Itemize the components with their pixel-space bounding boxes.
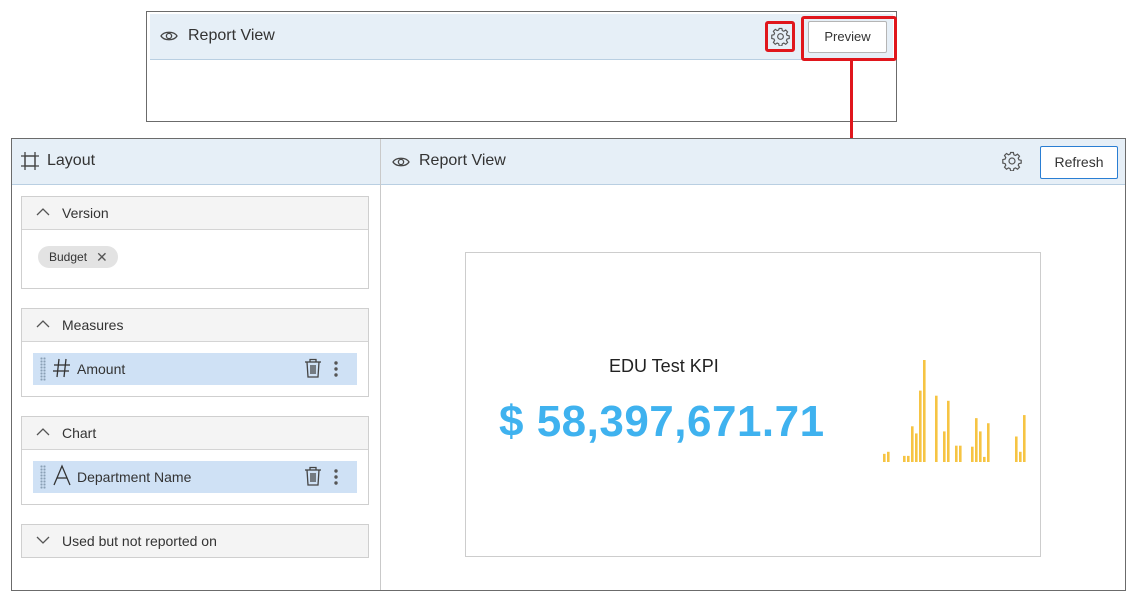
sparkline-bar	[887, 451, 890, 462]
chevron-up-icon	[36, 320, 50, 328]
eye-icon	[160, 31, 178, 41]
budget-chip-label: Budget	[49, 250, 88, 264]
sparkline-bar	[919, 390, 922, 462]
text-type-icon	[53, 464, 71, 486]
sparkline-bar	[947, 400, 950, 462]
gear-icon[interactable]	[1002, 151, 1022, 171]
sparkline-bar	[943, 431, 946, 462]
sparkline-bar	[915, 433, 918, 462]
gear-icon[interactable]	[771, 27, 790, 46]
panel-divider[interactable]	[380, 139, 381, 590]
kpi-value: $ 58,397,671.71	[499, 397, 825, 446]
drag-handle-icon[interactable]	[40, 357, 46, 381]
close-icon[interactable]: ✕	[96, 246, 108, 268]
kpi-title: EDU Test KPI	[609, 356, 719, 376]
sparkline-bar	[975, 418, 978, 462]
hash-icon	[53, 358, 70, 378]
sparkline-bar	[883, 453, 886, 462]
trash-icon[interactable]	[304, 358, 322, 378]
chart-section-header[interactable]: Chart	[22, 417, 368, 450]
chevron-up-icon	[36, 428, 50, 436]
sparkline-bar	[935, 395, 938, 462]
sparkline-bar	[1015, 436, 1018, 462]
chevron-up-icon	[36, 208, 50, 216]
measures-section-header[interactable]: Measures	[22, 309, 368, 342]
sparkline-bar	[979, 431, 982, 462]
field-row-amount[interactable]: Amount	[33, 353, 357, 385]
refresh-button[interactable]: Refresh	[1040, 146, 1118, 179]
budget-chip[interactable]: Budget ✕	[38, 246, 118, 268]
drag-handle-icon[interactable]	[40, 465, 46, 489]
sparkline-bar	[903, 455, 906, 462]
measures-section-label: Measures	[62, 317, 124, 333]
top-report-view-title: Report View	[188, 27, 275, 44]
sparkline-bar	[1019, 451, 1022, 462]
version-section: Version	[21, 196, 369, 289]
sparkline-bar	[1023, 415, 1026, 462]
sparkline-bar	[907, 455, 910, 462]
sparkline-bar	[959, 445, 962, 462]
eye-icon	[392, 157, 410, 167]
version-section-header[interactable]: Version	[22, 197, 368, 230]
unused-section-header[interactable]: Used but not reported on	[22, 525, 368, 557]
sparkline-bar	[987, 423, 990, 462]
sparkline-bar	[971, 446, 974, 462]
chart-section-label: Chart	[62, 425, 97, 441]
sparkline-bar	[923, 360, 926, 462]
trash-icon[interactable]	[304, 466, 322, 486]
unused-section-label: Used but not reported on	[62, 533, 217, 549]
sparkline-bar	[911, 426, 914, 462]
more-options-icon[interactable]	[333, 360, 339, 378]
layout-icon	[21, 152, 39, 170]
field-label: Amount	[77, 361, 126, 377]
version-section-label: Version	[62, 205, 109, 221]
field-label: Department Name	[77, 469, 192, 485]
sparkline-bar	[955, 445, 958, 462]
sparkline-bar	[983, 456, 986, 462]
preview-button[interactable]: Preview	[808, 21, 887, 53]
unused-section: Used but not reported on	[21, 524, 369, 558]
kpi-sparkline	[883, 360, 1026, 462]
field-row-department-name[interactable]: Department Name	[33, 461, 357, 493]
report-view-title: Report View	[419, 152, 506, 169]
chevron-down-icon	[36, 536, 50, 544]
layout-title: Layout	[47, 152, 96, 169]
more-options-icon[interactable]	[333, 468, 339, 486]
